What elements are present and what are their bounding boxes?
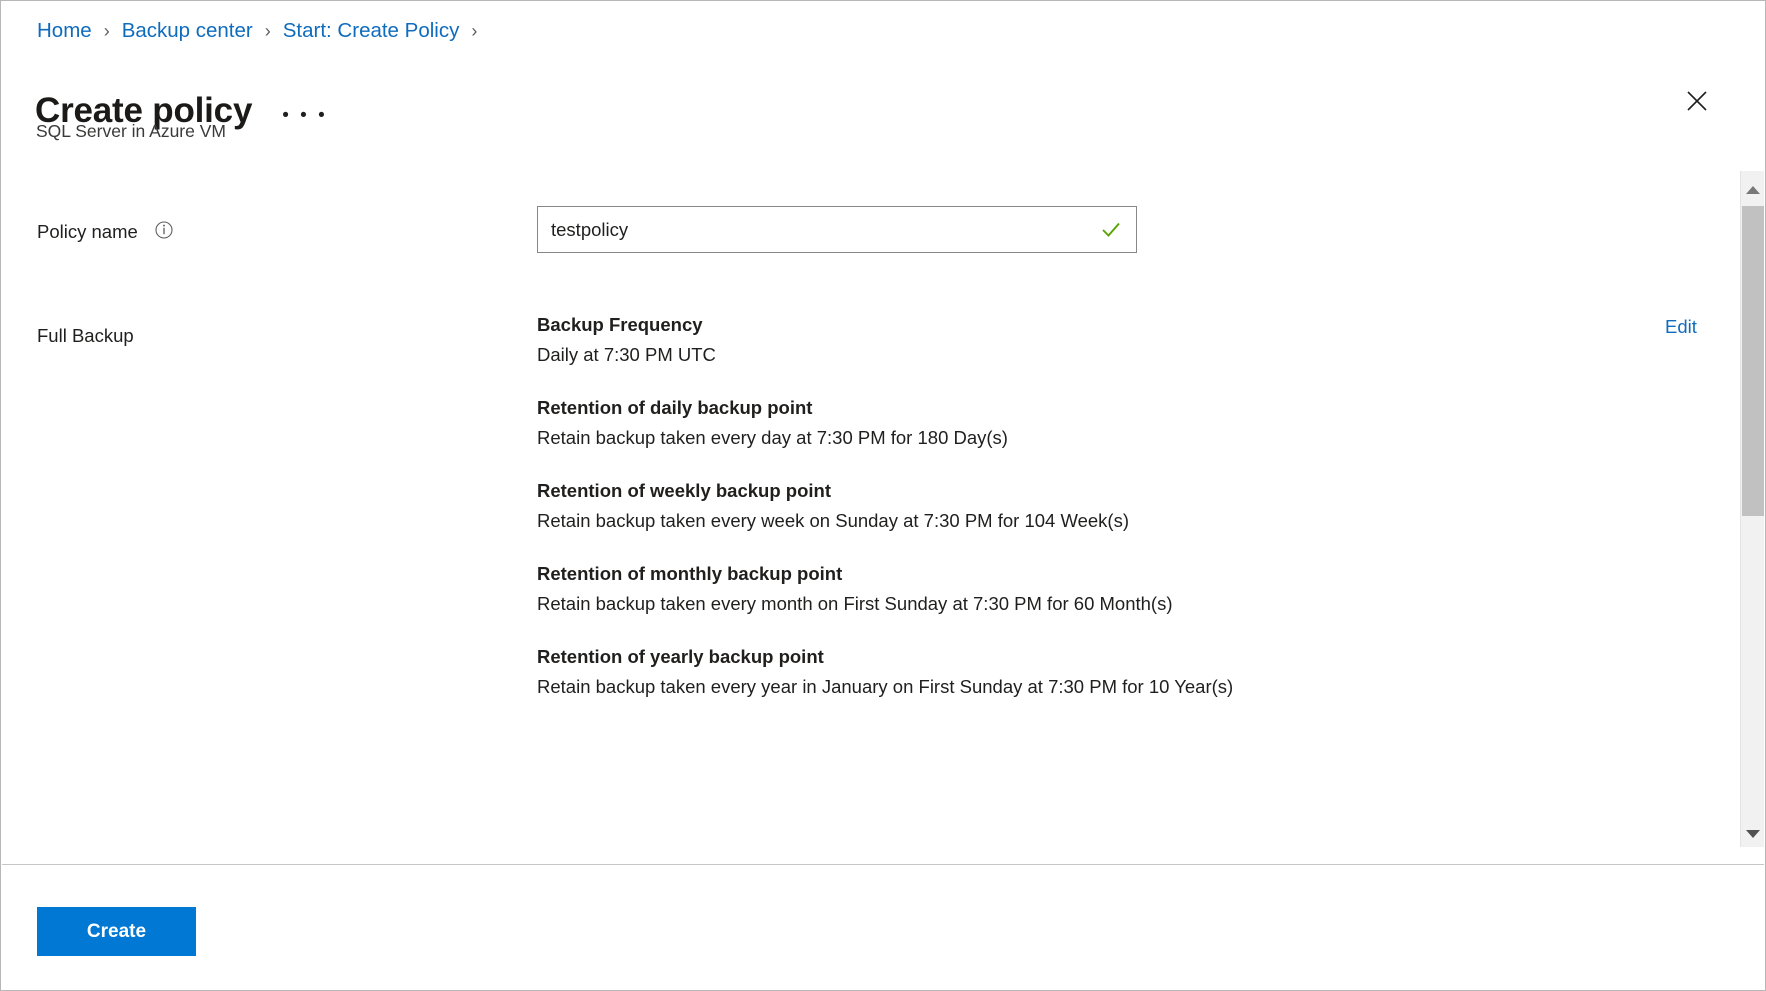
retention-monthly-heading: Retention of monthly backup point xyxy=(537,560,1597,587)
backup-frequency-group: Backup Frequency Daily at 7:30 PM UTC xyxy=(537,311,1597,368)
breadcrumb-separator-icon: › xyxy=(265,18,271,44)
title-row: Create policy • • • xyxy=(35,65,328,158)
retention-daily-value: Retain backup taken every day at 7:30 PM… xyxy=(537,424,1597,451)
retention-yearly-value: Retain backup taken every year in Januar… xyxy=(537,673,1597,700)
form-body: Policy name Full xyxy=(1,161,1741,864)
retention-monthly-value: Retain backup taken every month on First… xyxy=(537,590,1597,617)
chevron-down-icon xyxy=(1746,830,1760,838)
full-backup-label: Full Backup xyxy=(37,323,134,349)
breadcrumb-item-start-create-policy[interactable]: Start: Create Policy xyxy=(283,18,460,44)
footer-divider xyxy=(2,864,1764,865)
policy-name-input[interactable] xyxy=(538,207,1100,252)
full-backup-details: Backup Frequency Daily at 7:30 PM UTC Re… xyxy=(537,311,1597,700)
backup-frequency-heading: Backup Frequency xyxy=(537,311,1597,338)
page-subtitle: SQL Server in Azure VM xyxy=(36,119,226,143)
scroll-down-button[interactable] xyxy=(1741,823,1764,845)
retention-weekly-group: Retention of weekly backup point Retain … xyxy=(537,477,1597,534)
breadcrumb-separator-icon: › xyxy=(471,18,477,44)
more-options-icon[interactable]: • • • xyxy=(282,108,328,124)
retention-weekly-value: Retain backup taken every week on Sunday… xyxy=(537,507,1597,534)
breadcrumb: Home › Backup center › Start: Create Pol… xyxy=(37,18,489,44)
close-icon xyxy=(1686,90,1708,112)
edit-full-backup-link[interactable]: Edit xyxy=(1665,313,1697,340)
checkmark-icon xyxy=(1100,219,1122,241)
chevron-up-icon xyxy=(1746,186,1760,194)
retention-yearly-heading: Retention of yearly backup point xyxy=(537,643,1597,670)
policy-name-input-wrapper[interactable] xyxy=(537,206,1137,253)
breadcrumb-item-home[interactable]: Home xyxy=(37,18,92,44)
policy-name-label-text: Policy name xyxy=(37,221,138,242)
retention-weekly-heading: Retention of weekly backup point xyxy=(537,477,1597,504)
create-button[interactable]: Create xyxy=(37,907,196,956)
vertical-scrollbar[interactable] xyxy=(1740,171,1764,847)
retention-monthly-group: Retention of monthly backup point Retain… xyxy=(537,560,1597,617)
create-policy-blade: Home › Backup center › Start: Create Pol… xyxy=(0,0,1766,991)
retention-daily-group: Retention of daily backup point Retain b… xyxy=(537,394,1597,451)
breadcrumb-separator-icon: › xyxy=(104,18,110,44)
retention-daily-heading: Retention of daily backup point xyxy=(537,394,1597,421)
retention-yearly-group: Retention of yearly backup point Retain … xyxy=(537,643,1597,700)
info-icon[interactable] xyxy=(155,220,173,246)
scroll-up-button[interactable] xyxy=(1741,179,1764,201)
backup-frequency-value: Daily at 7:30 PM UTC xyxy=(537,341,1597,368)
policy-name-label: Policy name xyxy=(37,219,173,246)
scrollbar-thumb[interactable] xyxy=(1742,206,1764,516)
breadcrumb-item-backup-center[interactable]: Backup center xyxy=(122,18,253,44)
close-button[interactable] xyxy=(1675,79,1719,123)
